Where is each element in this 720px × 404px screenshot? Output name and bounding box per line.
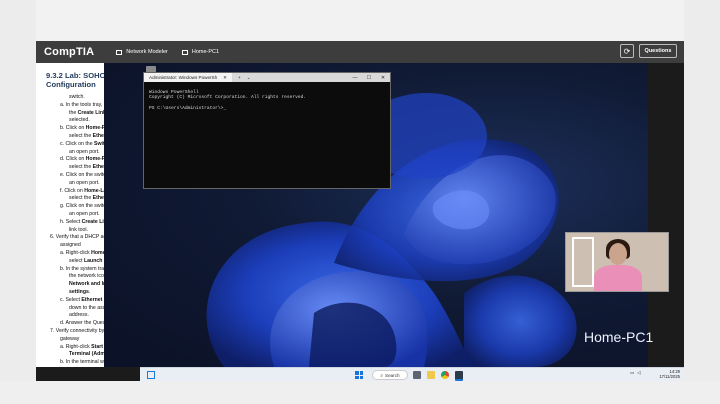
tab-home-pc1[interactable]: Home-PC1 bbox=[181, 49, 220, 55]
terminal-output[interactable]: Windows PowerShell Copyright (C) Microso… bbox=[144, 82, 390, 120]
start-button[interactable] bbox=[355, 371, 363, 379]
taskbar-search[interactable]: ⌕ Search bbox=[372, 370, 408, 380]
refresh-button[interactable]: ⟳ bbox=[620, 44, 634, 58]
close-window-button[interactable]: ✕ bbox=[376, 75, 390, 81]
refresh-icon: ⟳ bbox=[623, 46, 631, 56]
clock-date: 17/11/2025 bbox=[659, 374, 680, 379]
comptia-logo: CompTIA bbox=[44, 46, 95, 58]
terminal-line: Copyright (C) Microsoft Corporation. All… bbox=[149, 95, 307, 101]
presenter-face bbox=[609, 243, 627, 265]
tab-dropdown-button[interactable]: ⌄ bbox=[247, 75, 251, 81]
search-label: Search bbox=[385, 372, 400, 378]
maximize-button[interactable]: ☐ bbox=[362, 75, 376, 81]
webcam-overlay bbox=[565, 232, 669, 292]
top-margin bbox=[36, 0, 684, 41]
terminal-cursor: _ bbox=[223, 106, 227, 112]
close-tab-icon[interactable]: ✕ bbox=[223, 75, 227, 81]
widgets-icon[interactable] bbox=[147, 371, 155, 379]
machine-label: Home-PC1 bbox=[584, 329, 654, 345]
monitor-icon bbox=[181, 49, 188, 55]
network-tray-icon[interactable]: ▭ bbox=[630, 370, 634, 376]
terminal-icon[interactable] bbox=[455, 371, 463, 381]
tab-home-pc1-label: Home-PC1 bbox=[191, 49, 220, 55]
file-explorer-icon[interactable] bbox=[413, 371, 421, 379]
terminal-prompt: PS C:\Users\Administrator\> bbox=[149, 106, 224, 112]
bottom-margin bbox=[0, 381, 720, 404]
new-tab-button[interactable]: + bbox=[238, 75, 241, 80]
questions-button[interactable]: Questions bbox=[639, 44, 677, 58]
powershell-titlebar[interactable]: Administrator: Windows PowerSh ✕ + ⌄ — ☐… bbox=[144, 73, 390, 82]
taskbar-clock[interactable]: 14:29 17/11/2025 bbox=[656, 369, 680, 379]
tab-network-modeler-label: Network Modeler bbox=[126, 49, 168, 55]
presenter-shirt bbox=[594, 265, 642, 291]
terminal-line: Windows PowerShell bbox=[149, 89, 199, 95]
powershell-tab-title: Administrator: Windows PowerSh bbox=[149, 75, 218, 80]
volume-icon[interactable]: ◁ bbox=[637, 370, 640, 376]
system-tray[interactable]: ▭ ◁ bbox=[630, 370, 641, 376]
tab-network-modeler[interactable]: Network Modeler bbox=[116, 49, 168, 55]
powershell-tab[interactable]: Administrator: Windows PowerSh ✕ bbox=[144, 73, 233, 82]
background-door bbox=[572, 237, 594, 287]
chrome-icon[interactable] bbox=[441, 371, 449, 379]
lab-header: CompTIA Network Modeler Home-PC1 bbox=[36, 41, 684, 63]
network-icon bbox=[116, 49, 123, 55]
windows-taskbar: ⌕ Search ▭ ◁ 14:29 17/11/2025 bbox=[140, 367, 684, 381]
powershell-window[interactable]: Administrator: Windows PowerSh ✕ + ⌄ — ☐… bbox=[143, 72, 391, 189]
folder-icon[interactable] bbox=[427, 371, 435, 379]
minimize-button[interactable]: — bbox=[348, 75, 362, 81]
search-icon: ⌕ bbox=[380, 372, 383, 378]
